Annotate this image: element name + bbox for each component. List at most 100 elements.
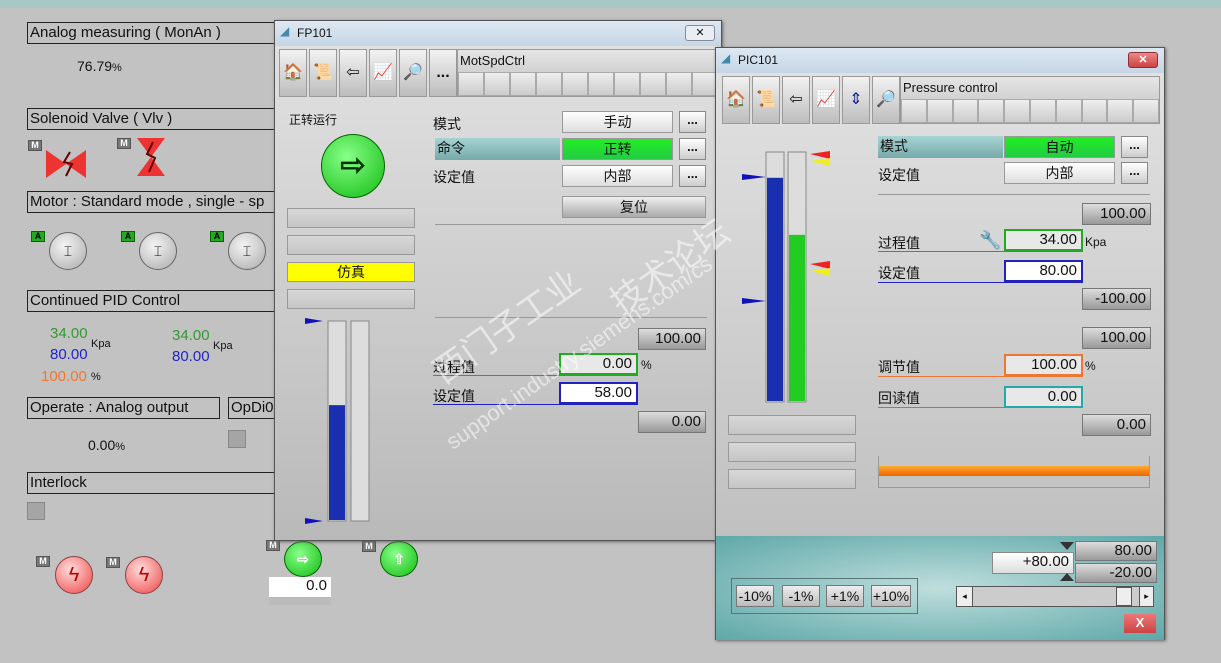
- opdi-indicator[interactable]: [228, 430, 246, 448]
- status-field: [287, 235, 415, 255]
- motor-icon[interactable]: ⌶: [49, 232, 87, 270]
- value-input[interactable]: +80.00: [992, 552, 1074, 574]
- trend-icon[interactable]: 📈: [812, 76, 840, 124]
- pid1-pv[interactable]: 34.00: [50, 325, 88, 342]
- slider-thumb[interactable]: [1115, 587, 1132, 606]
- interlock-header: Interlock: [27, 472, 287, 494]
- mode-more-button[interactable]: ...: [679, 111, 706, 133]
- home-icon[interactable]: 🏠: [279, 49, 307, 97]
- limit-low: -20.00: [1075, 563, 1157, 583]
- scale-low: 0.00: [638, 411, 706, 433]
- valve-icon[interactable]: [137, 138, 165, 176]
- more-button[interactable]: ...: [429, 49, 457, 97]
- command-value[interactable]: 正转: [562, 138, 673, 160]
- motor-icon[interactable]: ⌶: [228, 232, 266, 270]
- mode-value[interactable]: 手动: [562, 111, 673, 133]
- manual-badge: M: [106, 557, 120, 568]
- step-minus-10-button[interactable]: -10%: [736, 585, 774, 607]
- batch-icon[interactable]: ⇦: [339, 49, 367, 97]
- setpoint-source-value[interactable]: 内部: [1004, 162, 1115, 184]
- analog-output-text: 0.00: [88, 437, 116, 453]
- batch-icon[interactable]: ⇦: [782, 76, 810, 124]
- message-list-icon[interactable]: 📜: [309, 49, 337, 97]
- pid2-pv[interactable]: 34.00: [172, 327, 210, 344]
- run-forward-icon[interactable]: ⇨: [284, 541, 322, 577]
- bar-graph: [305, 318, 370, 524]
- close-faceplate-button[interactable]: X: [1124, 614, 1156, 633]
- setpoint-label: 设定值: [878, 265, 920, 281]
- readback-label: 回读值: [878, 390, 920, 406]
- reset-button[interactable]: 复位: [562, 196, 706, 218]
- slider-left-arrow-icon[interactable]: ◂: [957, 587, 973, 606]
- mode-value[interactable]: 自动: [1004, 136, 1115, 158]
- pid1-out[interactable]: 100.00: [41, 368, 87, 385]
- mode-more-button[interactable]: ...: [1121, 136, 1148, 158]
- pid2-sp[interactable]: 80.00: [172, 348, 210, 365]
- slider-right-arrow-icon[interactable]: ▸: [1139, 587, 1153, 606]
- trend-icon[interactable]: 📈: [369, 49, 397, 97]
- manual-badge: M: [362, 541, 376, 552]
- pic101-titlebar[interactable]: ◢ PIC101 ✕: [716, 48, 1164, 73]
- fp101-title: FP101: [297, 26, 333, 40]
- scale-high: 100.00: [638, 328, 706, 350]
- tag-box: Pressure control: [900, 76, 1160, 124]
- auto-badge: A: [210, 231, 224, 242]
- home-icon[interactable]: 🏠: [722, 76, 750, 124]
- output-scale-bar: [878, 456, 1150, 488]
- analog-measuring-header: Analog measuring ( MonAn ): [27, 22, 287, 44]
- setpoint-input[interactable]: 58.00: [559, 382, 638, 404]
- interlock-indicator[interactable]: [27, 502, 45, 520]
- sp-underline: [878, 282, 1083, 283]
- run-up-icon[interactable]: ⇧: [380, 541, 418, 577]
- out-underline: [878, 376, 1083, 377]
- mode-label: 模式: [433, 116, 461, 132]
- pic101-tag: Pressure control: [903, 80, 998, 95]
- fp101-tag: MotSpdCtrl: [460, 53, 526, 68]
- pv-bar-fill: [767, 177, 783, 401]
- fp101-titlebar[interactable]: ◢ FP101 ✕: [275, 21, 721, 46]
- output-value[interactable]: 100.00: [1004, 354, 1083, 376]
- step-plus-1-button[interactable]: +1%: [826, 585, 864, 607]
- pv-unit: %: [641, 358, 652, 372]
- speed-input[interactable]: 0.0: [269, 577, 331, 605]
- forward-run-icon[interactable]: ⇨: [321, 134, 385, 198]
- pid1-sp[interactable]: 80.00: [50, 346, 88, 363]
- close-button[interactable]: ✕: [685, 25, 715, 41]
- loop-icon[interactable]: 🔎: [872, 76, 900, 124]
- setpoint-more-button[interactable]: ...: [1121, 162, 1148, 184]
- pic101-window: ◢ PIC101 ✕ 🏠 📜 ⇦ 📈 ⇕ 🔎 Pressure control 模…: [715, 47, 1165, 640]
- app-icon: ◢: [280, 24, 290, 38]
- high-limit-marker-icon: [1060, 542, 1074, 550]
- loop-icon[interactable]: 🔎: [399, 49, 427, 97]
- setpoint-input[interactable]: 80.00: [1004, 260, 1083, 282]
- close-button[interactable]: ✕: [1128, 52, 1158, 68]
- pv-underline: [433, 375, 638, 376]
- command-more-button[interactable]: ...: [679, 138, 706, 160]
- analog-value[interactable]: 76.79%: [77, 58, 122, 74]
- divider: [878, 194, 1150, 195]
- motor-icon[interactable]: ⌶: [139, 232, 177, 270]
- pid2-unit: Kpa: [213, 340, 233, 352]
- value-slider[interactable]: ◂ ▸: [956, 586, 1154, 607]
- setpoint-source-label: 设定值: [878, 167, 920, 183]
- fault-icon[interactable]: ϟ: [125, 556, 163, 594]
- top-strip: [0, 0, 1221, 8]
- output-label: 调节值: [878, 359, 920, 375]
- pid-header: Continued PID Control: [27, 290, 287, 312]
- setpoint-source-value[interactable]: 内部: [562, 165, 673, 187]
- motor-header: Motor : Standard mode , single - sp: [27, 191, 287, 213]
- sp-underline: [433, 404, 638, 405]
- step-plus-10-button[interactable]: +10%: [871, 585, 911, 607]
- fault-icon[interactable]: ϟ: [55, 556, 93, 594]
- limits-icon[interactable]: ⇕: [842, 76, 870, 124]
- pv-underline: [878, 251, 1083, 252]
- operation-area: -10% -1% +1% +10% +80.00 80.00 -20.00 ◂ …: [716, 536, 1164, 640]
- setpoint-more-button[interactable]: ...: [679, 165, 706, 187]
- output-unit: %: [1085, 359, 1096, 373]
- valve-icon[interactable]: [46, 150, 86, 178]
- step-minus-1-button[interactable]: -1%: [782, 585, 820, 607]
- analog-output-value[interactable]: 0.00%: [88, 437, 125, 453]
- status-field: [287, 289, 415, 309]
- scale-high: 100.00: [1082, 203, 1151, 225]
- message-list-icon[interactable]: 📜: [752, 76, 780, 124]
